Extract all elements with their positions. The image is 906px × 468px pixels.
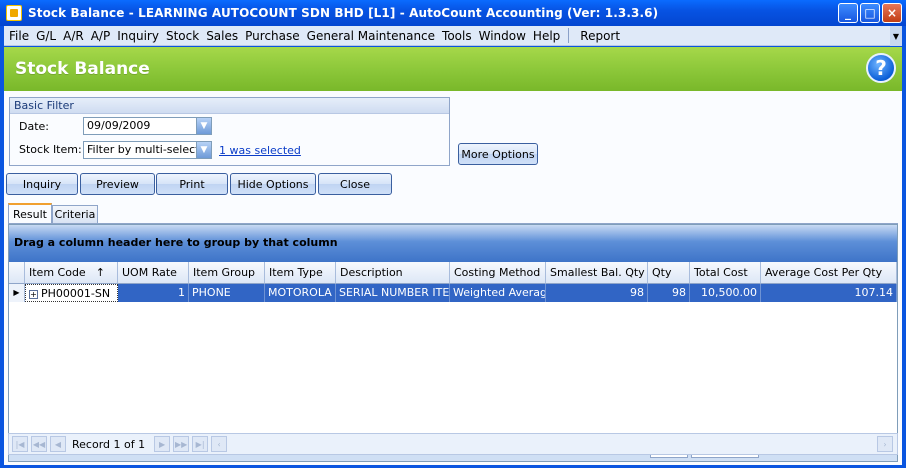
date-picker[interactable]: 09/09/2009 ▼	[83, 117, 212, 135]
sort-ascending-icon: ↑	[95, 266, 105, 279]
app-icon	[6, 5, 22, 21]
print-button[interactable]: Print	[156, 173, 228, 195]
stock-item-select[interactable]: Filter by multi-select ▼	[83, 141, 212, 159]
menu-ar[interactable]: A/R	[63, 29, 84, 43]
item-type-cell[interactable]: MOTOROLA	[265, 284, 336, 302]
date-label: Date:	[19, 120, 49, 133]
column-label: Item Code	[29, 266, 86, 279]
record-navigator: |◀ ◀◀ ◀ Record 1 of 1 ▶ ▶▶ ▶| ‹ ›	[8, 433, 898, 455]
menu-window[interactable]: Window	[479, 29, 526, 43]
date-value: 09/09/2009	[87, 119, 151, 132]
previous-record-icon[interactable]: ◀	[50, 436, 66, 452]
help-icon[interactable]: ?	[866, 53, 896, 83]
column-header-item-code[interactable]: Item Code ↑	[25, 262, 118, 284]
stock-item-label: Stock Item:	[19, 143, 82, 156]
maximize-button[interactable]: □	[860, 3, 880, 23]
uom-rate-cell[interactable]: 1	[118, 284, 189, 302]
window-title: Stock Balance - LEARNING AUTOCOUNT SDN B…	[28, 6, 659, 20]
header-row-indicator	[9, 262, 25, 284]
item-code-cell: PH00001-SN	[41, 287, 111, 300]
stock-item-value: Filter by multi-select	[87, 143, 200, 156]
chevron-down-icon[interactable]: ▼	[890, 26, 902, 46]
smallest-bal-qty-cell[interactable]: 98	[546, 284, 648, 302]
page-header: Stock Balance ?	[4, 47, 902, 91]
column-header-description[interactable]: Description	[336, 262, 450, 284]
menu-separator	[568, 28, 570, 43]
average-cost-cell[interactable]: 107.14	[761, 284, 897, 302]
result-grid[interactable]: Drag a column header here to group by th…	[8, 224, 898, 462]
scroll-right-icon[interactable]: ›	[877, 436, 893, 452]
group-by-hint: Drag a column header here to group by th…	[14, 236, 338, 249]
tab-result[interactable]: Result	[8, 203, 52, 223]
last-record-icon[interactable]: ▶|	[192, 436, 209, 452]
item-group-cell[interactable]: PHONE	[189, 284, 265, 302]
group-by-panel[interactable]: Drag a column header here to group by th…	[9, 225, 897, 262]
menu-stock[interactable]: Stock	[166, 29, 199, 43]
minimize-button[interactable]: _	[838, 3, 858, 23]
description-cell[interactable]: SERIAL NUMBER ITEM	[336, 284, 450, 302]
more-options-button[interactable]: More Options	[458, 143, 538, 165]
costing-method-cell[interactable]: Weighted Average	[450, 284, 546, 302]
row-indicator-arrow-icon[interactable]: ▶	[9, 284, 25, 302]
menu-report[interactable]: Report	[580, 29, 620, 43]
expand-icon[interactable]: +	[29, 289, 38, 299]
record-position: Record 1 of 1	[72, 437, 146, 451]
menu-purchase[interactable]: Purchase	[245, 29, 300, 43]
column-header-item-group[interactable]: Item Group	[189, 262, 265, 284]
total-cost-cell[interactable]: 10,500.00	[690, 284, 761, 302]
menu-tools[interactable]: Tools	[442, 29, 472, 43]
selected-items-link[interactable]: 1 was selected	[219, 144, 301, 157]
content-area: Stock Balance ? Basic Filter Date: 09/09…	[4, 47, 902, 465]
page-title: Stock Balance	[15, 59, 150, 79]
close-button[interactable]: Close	[318, 173, 392, 195]
inquiry-button[interactable]: Inquiry	[6, 173, 78, 195]
menu-file[interactable]: File	[9, 29, 29, 43]
preview-button[interactable]: Preview	[80, 173, 155, 195]
chevron-down-icon[interactable]: ▼	[196, 142, 211, 158]
column-header-costing-method[interactable]: Costing Method	[450, 262, 546, 284]
column-header-uom-rate[interactable]: UOM Rate	[118, 262, 189, 284]
basic-filter-legend: Basic Filter	[10, 98, 449, 114]
column-header-average-cost[interactable]: Average Cost Per Qty	[761, 262, 897, 284]
next-page-icon[interactable]: ▶▶	[173, 436, 190, 452]
column-header-item-type[interactable]: Item Type	[265, 262, 336, 284]
menu-general-maintenance[interactable]: General Maintenance	[307, 29, 435, 43]
chevron-down-icon[interactable]: ▼	[196, 118, 211, 134]
qty-cell[interactable]: 98	[648, 284, 690, 302]
next-record-icon[interactable]: ▶	[154, 436, 171, 452]
menu-help[interactable]: Help	[533, 29, 560, 43]
title-bar: Stock Balance - LEARNING AUTOCOUNT SDN B…	[0, 0, 906, 26]
table-row-item-code[interactable]: + PH00001-SN	[25, 284, 118, 302]
menu-sales[interactable]: Sales	[206, 29, 238, 43]
menu-ap[interactable]: A/P	[91, 29, 111, 43]
hide-options-button[interactable]: Hide Options	[230, 173, 316, 195]
column-header-smallest-bal-qty[interactable]: Smallest Bal. Qty	[546, 262, 648, 284]
scroll-left-icon[interactable]: ‹	[211, 436, 228, 452]
menu-bar: File G/L A/R A/P Inquiry Stock Sales Pur…	[4, 26, 902, 46]
window-controls: _ □ ×	[838, 3, 902, 23]
menu-inquiry[interactable]: Inquiry	[117, 29, 159, 43]
first-record-icon[interactable]: |◀	[12, 436, 28, 452]
close-window-button[interactable]: ×	[882, 3, 902, 23]
column-header-qty[interactable]: Qty	[648, 262, 690, 284]
column-header-total-cost[interactable]: Total Cost	[690, 262, 761, 284]
basic-filter-group: Basic Filter Date: 09/09/2009 ▼ Stock It…	[9, 97, 450, 166]
previous-page-icon[interactable]: ◀◀	[31, 436, 47, 452]
menu-gl[interactable]: G/L	[36, 29, 56, 43]
tab-criteria[interactable]: Criteria	[52, 205, 98, 223]
